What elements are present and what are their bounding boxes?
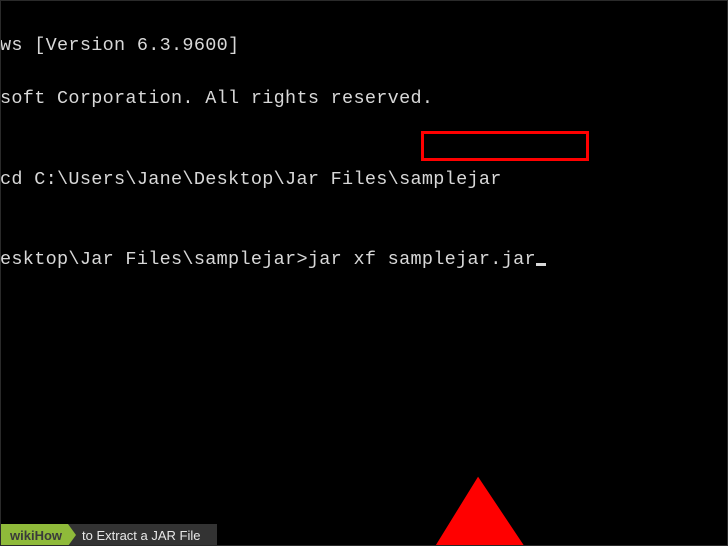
wikihow-logo: wikiHow (0, 524, 68, 546)
output-line-version: ws [Version 6.3.9600] (0, 33, 728, 60)
command-text: jar xf samplejar.jar (308, 249, 536, 270)
prompt-line[interactable]: esktop\Jar Files\samplejar>jar xf sample… (0, 247, 728, 274)
terminal-window[interactable]: ws [Version 6.3.9600] soft Corporation. … (0, 0, 728, 301)
output-line-copyright: soft Corporation. All rights reserved. (0, 86, 728, 113)
prompt-path: esktop\Jar Files\samplejar> (0, 249, 308, 270)
output-line-cd: cd C:\Users\Jane\Desktop\Jar Files\sampl… (0, 167, 728, 194)
caption-bar: wikiHow to Extract a JAR File (0, 516, 217, 546)
pointer-arrow-icon (0, 301, 728, 546)
cursor-icon (536, 263, 546, 266)
caption-title: to Extract a JAR File (68, 524, 216, 546)
logo-text: wikiHow (10, 528, 62, 543)
